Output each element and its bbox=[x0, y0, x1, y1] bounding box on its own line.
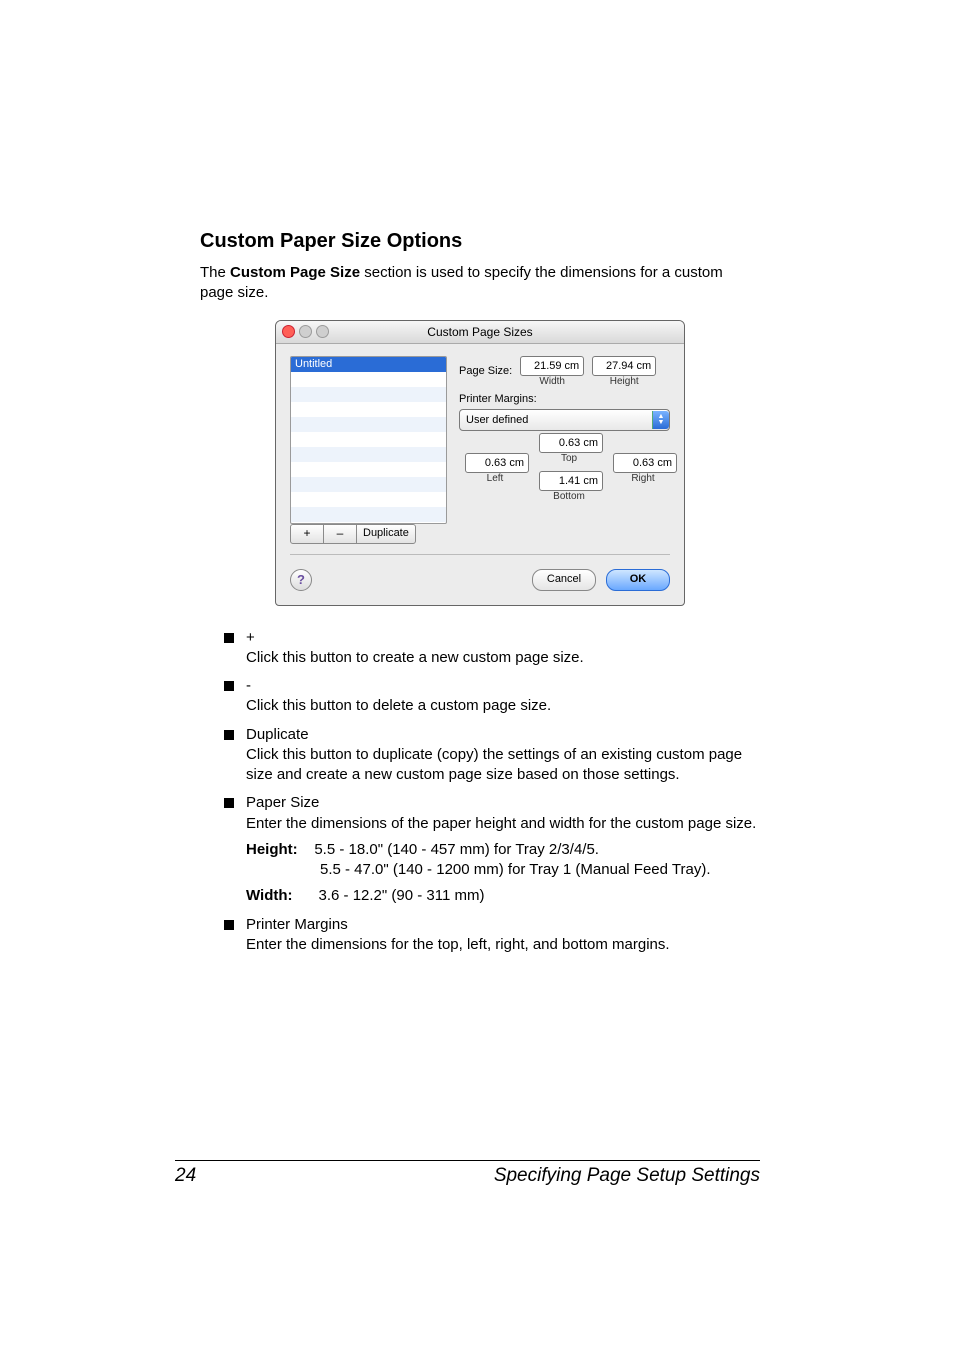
chevron-updown-icon: ▲▼ bbox=[652, 411, 669, 429]
traffic-lights bbox=[282, 325, 329, 338]
minimize-icon bbox=[299, 325, 312, 338]
list-item: Duplicate Click this button to duplicate… bbox=[224, 725, 760, 786]
dialog-titlebar: Custom Page Sizes bbox=[276, 321, 684, 344]
margin-left-field[interactable]: 0.63 cm bbox=[465, 453, 529, 473]
ok-button[interactable]: OK bbox=[606, 569, 670, 591]
margin-top-field[interactable]: 0.63 cm bbox=[539, 433, 603, 453]
zoom-icon bbox=[316, 325, 329, 338]
width-field[interactable]: 21.59 cm bbox=[520, 356, 584, 376]
dialog-custom-page-sizes: Custom Page Sizes Untitled bbox=[275, 320, 685, 606]
help-button[interactable]: ? bbox=[290, 569, 312, 591]
section-heading: Custom Paper Size Options bbox=[200, 230, 760, 253]
list-item[interactable]: Untitled bbox=[291, 357, 446, 372]
add-button[interactable]: + bbox=[290, 524, 324, 544]
margin-bottom-field[interactable]: 1.41 cm bbox=[539, 471, 603, 491]
margin-bottom-caption: Bottom bbox=[539, 491, 599, 502]
margins-label: Printer Margins: bbox=[459, 393, 670, 405]
page-size-label: Page Size: bbox=[459, 365, 512, 377]
page-number: 24 bbox=[175, 1165, 196, 1187]
intro-paragraph: The Custom Page Size section is used to … bbox=[200, 263, 760, 304]
close-icon[interactable] bbox=[282, 325, 295, 338]
remove-button[interactable]: – bbox=[323, 524, 357, 544]
dialog-title: Custom Page Sizes bbox=[427, 325, 532, 339]
page-size-list[interactable]: Untitled bbox=[290, 356, 447, 524]
width-caption: Width bbox=[520, 376, 584, 387]
page-footer: Specifying Page Setup Settings bbox=[494, 1165, 760, 1187]
list-item: - Click this button to delete a custom p… bbox=[224, 676, 760, 717]
margin-top-caption: Top bbox=[539, 453, 599, 464]
margin-right-caption: Right bbox=[613, 473, 673, 484]
height-caption: Height bbox=[592, 376, 656, 387]
margin-right-field[interactable]: 0.63 cm bbox=[613, 453, 677, 473]
list-item: Paper Size Enter the dimensions of the p… bbox=[224, 793, 760, 906]
margins-select-value: User defined bbox=[466, 414, 528, 426]
list-item: + Click this button to create a new cust… bbox=[224, 628, 760, 669]
margins-select[interactable]: User defined ▲▼ bbox=[459, 409, 670, 431]
margin-left-caption: Left bbox=[465, 473, 525, 484]
height-field[interactable]: 27.94 cm bbox=[592, 356, 656, 376]
list-item: Printer Margins Enter the dimensions for… bbox=[224, 915, 760, 956]
duplicate-button[interactable]: Duplicate bbox=[356, 524, 416, 544]
cancel-button[interactable]: Cancel bbox=[532, 569, 596, 591]
